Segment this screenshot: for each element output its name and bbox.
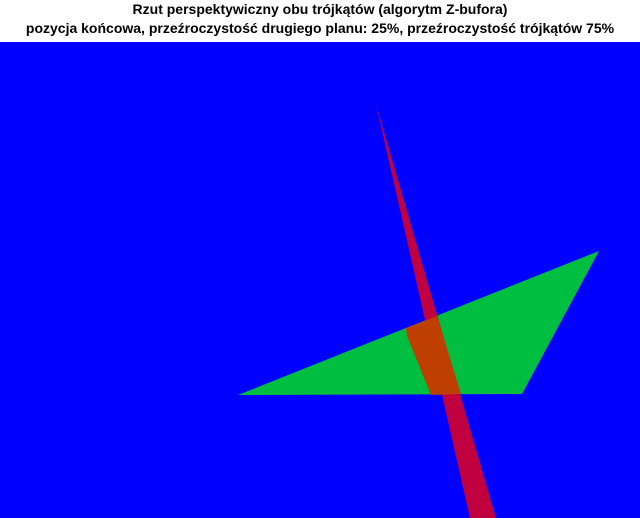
figure-title-line-2: pozycja końcowa, przeźroczystość drugieg… [25,20,615,36]
scene-svg [0,42,640,518]
figure-title-line-1: Rzut perspektywiczny obu trójkątów (algo… [132,1,508,17]
figure-title: Rzut perspektywiczny obu trójkątów (algo… [0,0,640,42]
render-canvas [0,42,640,518]
